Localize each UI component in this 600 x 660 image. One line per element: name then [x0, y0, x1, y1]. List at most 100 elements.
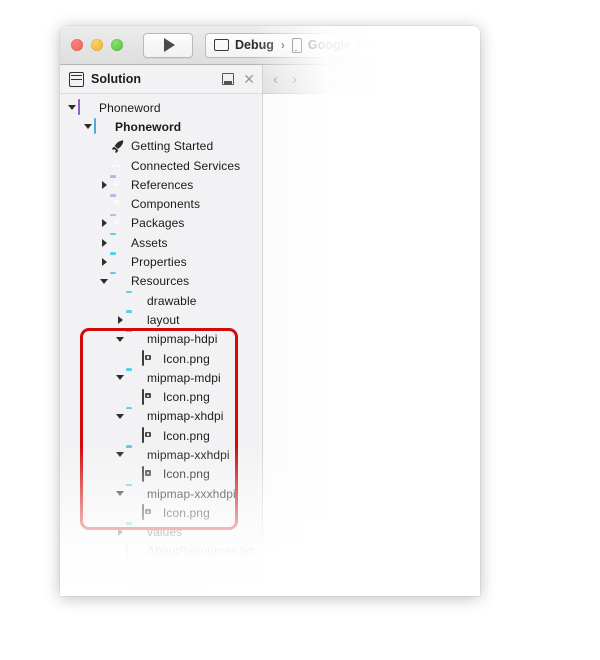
nav-back-icon[interactable]: ‹: [273, 72, 278, 87]
dock-icon[interactable]: [222, 73, 235, 85]
play-icon: [164, 38, 175, 52]
cyan-folder-icon: [126, 293, 142, 308]
close-icon[interactable]: ✕: [243, 72, 255, 86]
disclosure-triangle-closed[interactable]: [98, 238, 110, 247]
tree-row-label: values: [147, 525, 183, 540]
disclosure-triangle-open[interactable]: [98, 278, 110, 284]
png-icon: [142, 350, 158, 366]
cyan-folder-icon: [126, 525, 142, 540]
tree-row[interactable]: Assets: [60, 233, 262, 252]
tree-row[interactable]: layout: [60, 310, 262, 329]
tree-row-label: Icon.png: [163, 505, 210, 520]
solution-pad-icon: [69, 71, 84, 87]
tree-row-label: Icon.png: [163, 467, 210, 482]
device-name: Google: [307, 38, 351, 52]
tree-row-label: Phoneword: [115, 119, 182, 134]
disclosure-triangle-open[interactable]: [114, 413, 126, 419]
cs-file-icon: {}: [126, 566, 134, 578]
minimize-window-button[interactable]: [91, 39, 103, 51]
tree-row[interactable]: Icon.png: [60, 426, 262, 445]
configuration-name: Debug: [235, 38, 274, 52]
run-button[interactable]: [143, 32, 193, 58]
tree-row[interactable]: mipmap-xxxhdpi: [60, 484, 262, 503]
tree-row-label: layout: [147, 312, 180, 327]
disclosure-triangle-closed[interactable]: [98, 258, 110, 267]
tree-row[interactable]: AboutResources.txt: [60, 542, 262, 561]
tree-row[interactable]: Icon.png: [60, 387, 262, 406]
breadcrumb-separator: ›: [280, 38, 285, 52]
traffic-light-group: [60, 39, 123, 51]
tree-row-label: Getting Started: [131, 139, 214, 154]
png-icon: [142, 504, 158, 521]
tree-row[interactable]: mipmap-hdpi: [60, 330, 262, 349]
solution-pad: Solution ✕ Phoneword Phoneword Getting Sta…: [60, 65, 263, 596]
close-window-button[interactable]: [71, 39, 83, 51]
tree-row-label: Resources: [131, 274, 190, 289]
cyan-folder-icon: [126, 409, 142, 424]
tree-row[interactable]: Getting Started: [60, 137, 262, 156]
tree-row[interactable]: {} Resource.designer.cs: [60, 561, 262, 580]
png-icon: [142, 427, 158, 444]
disclosure-triangle-open[interactable]: [66, 105, 78, 111]
tree-row[interactable]: Phoneword: [60, 98, 262, 117]
disclosure-triangle-open[interactable]: [114, 452, 126, 458]
solution-pad-header: Solution ✕: [60, 65, 262, 94]
cyan-folder-icon: [126, 486, 142, 501]
window-body: Solution ✕ Phoneword Phoneword Getting Sta…: [60, 65, 480, 596]
tree-row-label: Resource.designer.cs: [147, 563, 262, 578]
solution-tree[interactable]: Phoneword Phoneword Getting Started Connect…: [60, 94, 262, 596]
disclosure-triangle-closed[interactable]: [98, 219, 110, 228]
tree-row-label: Phoneword: [99, 100, 161, 115]
tree-row-label: mipmap-hdpi: [147, 332, 218, 347]
services-icon: [110, 158, 126, 173]
project-icon: [94, 118, 110, 135]
disclosure-triangle-closed[interactable]: [114, 315, 126, 324]
tree-row[interactable]: Phoneword: [60, 117, 262, 136]
tree-row-label: mipmap-xhdpi: [147, 409, 224, 424]
disclosure-triangle-open[interactable]: [114, 491, 126, 497]
purple-folder-icon: [110, 197, 126, 212]
editor-pane: ‹ ›: [263, 65, 480, 596]
png-icon: [142, 465, 158, 482]
screen-icon: [214, 39, 229, 51]
disclosure-triangle-open[interactable]: [114, 375, 126, 381]
cyan-folder-icon: [126, 312, 142, 327]
tree-row[interactable]: References: [60, 175, 262, 194]
disclosure-triangle-open[interactable]: [114, 336, 126, 342]
tree-row[interactable]: mipmap-mdpi: [60, 368, 262, 387]
tree-row[interactable]: drawable: [60, 291, 262, 310]
tree-row-label: Connected Services: [131, 158, 241, 173]
tree-row-label: References: [131, 177, 194, 192]
disclosure-triangle-closed[interactable]: [98, 180, 110, 189]
page-title: Solution: [91, 72, 141, 86]
run-configuration-selector[interactable]: Debug › Google Pixel (API 2: [205, 32, 480, 58]
disclosure-triangle-open[interactable]: [82, 124, 94, 130]
cyan-folder-icon: [126, 370, 142, 385]
window-titlebar: Debug › Google Pixel (API 2: [60, 26, 480, 65]
tree-row[interactable]: Resources: [60, 272, 262, 291]
cyan-folder-icon: [110, 235, 126, 250]
tree-row[interactable]: Packages: [60, 214, 262, 233]
tree-row[interactable]: Connected Services: [60, 156, 262, 175]
tree-row[interactable]: Properties: [60, 252, 262, 271]
tree-row[interactable]: Icon.png: [60, 349, 262, 368]
tree-row-label: Assets: [131, 235, 168, 250]
tree-row-label: Properties: [131, 255, 187, 270]
disclosure-triangle-closed[interactable]: [114, 528, 126, 537]
device-api-level: (API 2: [390, 38, 426, 52]
tree-row-label: Icon.png: [163, 351, 210, 366]
tree-row-label: Icon.png: [163, 428, 210, 443]
tree-row-label: MainActivity.cs: [131, 583, 211, 596]
tree-row-label: Icon.png: [163, 390, 210, 405]
tree-row[interactable]: values: [60, 523, 262, 542]
tree-row-label: AboutResources.txt: [147, 544, 254, 559]
nav-forward-icon[interactable]: ›: [292, 72, 297, 87]
tree-row[interactable]: Components: [60, 194, 262, 213]
tree-row[interactable]: mipmap-xxhdpi: [60, 445, 262, 464]
tree-row[interactable]: {} MainActivity.cs: [60, 580, 262, 596]
tree-row[interactable]: Icon.png: [60, 465, 262, 484]
tree-row[interactable]: Icon.png: [60, 503, 262, 522]
tree-row-label: mipmap-xxxhdpi: [147, 486, 236, 501]
tree-row[interactable]: mipmap-xhdpi: [60, 407, 262, 426]
zoom-window-button[interactable]: [111, 39, 123, 51]
